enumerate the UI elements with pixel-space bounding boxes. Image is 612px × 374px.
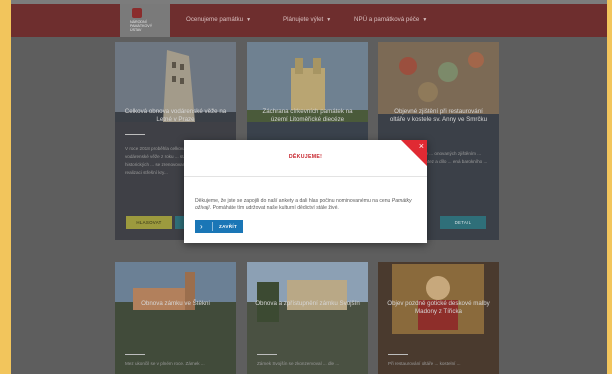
caret-down-icon: ▼ xyxy=(326,17,332,23)
nav-item-label: Plánujete výlet xyxy=(283,16,324,23)
card-description: Mez ukončil se v plném roce. Zámek ... xyxy=(125,361,205,366)
close-icon[interactable]: × xyxy=(419,141,424,151)
nav-item-ocenujeme[interactable]: Ocenujeme památku ▼ xyxy=(186,16,251,23)
caret-down-icon: ▼ xyxy=(422,17,428,23)
logo-text: NÁRODNÍ PAMÁTKOVÝ ÚSTAV xyxy=(130,20,153,32)
close-modal-button[interactable]: › ZAVŘÍT xyxy=(195,220,243,233)
card-zamek-stekne[interactable]: Obnova zámku ve Štěkni Mez ukončil se v … xyxy=(115,262,236,374)
card-photo-chateau xyxy=(115,262,236,374)
nav-item-npu[interactable]: NPÚ a památková péče ▼ xyxy=(354,16,427,23)
vote-button[interactable]: HLASOVAT xyxy=(126,216,172,229)
detail-button[interactable]: DETAIL xyxy=(440,216,486,229)
modal-title: DĚKUJEME! xyxy=(288,154,323,160)
caret-down-icon: ▼ xyxy=(246,17,252,23)
modal-message-part: Děkujeme, že jste se zapojili do naší an… xyxy=(195,198,392,204)
modal-divider xyxy=(184,176,427,177)
close-button-label: ZAVŘÍT xyxy=(219,224,238,229)
card-divider xyxy=(388,354,408,355)
browser-viewport: NÁRODNÍ PAMÁTKOVÝ ÚSTAV Ocenujeme památk… xyxy=(11,0,607,374)
thank-you-modal: × DĚKUJEME! Děkujeme, že jste se zapojil… xyxy=(184,140,427,243)
card-divider xyxy=(125,354,145,355)
modal-message-part: . Pomáháte tím udržovat naše kulturní dě… xyxy=(209,205,339,211)
card-photo-castle xyxy=(247,262,368,374)
card-title[interactable]: Záchrana církevních památek na území Lit… xyxy=(255,108,360,124)
card-title[interactable]: Objevné zjištění při restaurování oltáře… xyxy=(386,108,491,124)
card-description: Při restaurování oltáře ... kostelní ... xyxy=(388,361,461,366)
chevron-right-icon: › xyxy=(200,222,203,231)
card-photo-madonna xyxy=(378,262,499,374)
card-title[interactable]: Objev pozdně gotické deskové malby Madon… xyxy=(386,300,491,316)
button-divider xyxy=(212,222,213,231)
card-description: Zámek Svojšín se zkonzervoval ... dle ..… xyxy=(257,361,340,366)
card-divider xyxy=(257,354,277,355)
main-navbar: NÁRODNÍ PAMÁTKOVÝ ÚSTAV Ocenujeme památk… xyxy=(11,4,607,37)
nav-item-planujete[interactable]: Plánujete výlet ▼ xyxy=(283,16,331,23)
card-title[interactable]: Obnova zámku ve Štěkni xyxy=(123,300,228,308)
card-zamek-svojsin[interactable]: Obnova a zpřístupnění zámku Svojšín Záme… xyxy=(247,262,368,374)
logo-emblem-icon xyxy=(132,8,142,18)
card-title[interactable]: Celková obnova vodárenské věže na Letné … xyxy=(123,108,228,124)
nav-item-label: Ocenujeme památku xyxy=(186,16,244,23)
nav-item-label: NPÚ a památková péče xyxy=(354,16,420,23)
card-divider xyxy=(125,134,145,135)
card-madona-tiricka[interactable]: Objev pozdně gotické deskové malby Madon… xyxy=(378,262,499,374)
modal-message: Děkujeme, že jste se zapojili do naší an… xyxy=(195,198,417,212)
card-title[interactable]: Obnova a zpřístupnění zámku Svojšín xyxy=(255,300,360,308)
npu-logo[interactable]: NÁRODNÍ PAMÁTKOVÝ ÚSTAV xyxy=(120,4,170,37)
